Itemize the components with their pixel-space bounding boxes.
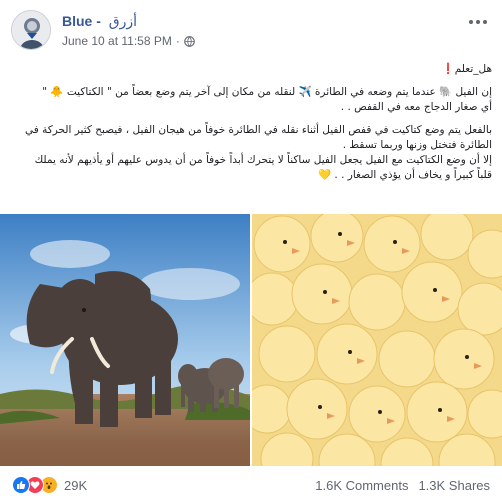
more-dot-icon: [476, 20, 480, 24]
chicks-photo[interactable]: [252, 214, 502, 466]
post-footer: 29K 1.6K Comments 1.3K Shares: [0, 466, 502, 504]
post-line: هل_تعلم❗: [441, 63, 492, 75]
author-name[interactable]: Blue - أزرق: [62, 13, 137, 30]
reactions-summary[interactable]: 29K: [12, 476, 87, 494]
post-line: الطائرة فتختل وزنها وربما تسقط .: [342, 139, 492, 151]
post-line: بالفعل يتم وضع كتاكيت في قفص الفيل أثناء…: [24, 124, 492, 136]
like-icon: [12, 476, 30, 494]
meta-separator: ·: [175, 34, 180, 48]
post-body: هل_تعلم❗ إن الفيل 🐘 عندما يتم وضعه في ال…: [10, 62, 492, 183]
avatar-illustration-icon: [12, 11, 50, 49]
post-images: [0, 214, 502, 466]
globe-icon[interactable]: [184, 35, 195, 47]
author-name-arabic[interactable]: أزرق: [109, 13, 137, 29]
shares-count[interactable]: 1.3K Shares: [418, 478, 490, 493]
post-meta: June 10 at 11:58 PM ·: [62, 34, 195, 48]
elephant-image-icon: [0, 214, 250, 466]
post-timestamp[interactable]: June 10 at 11:58 PM: [62, 34, 172, 48]
post-line: قلباً كبيراً و يخاف أن يؤذي الصغار . . 💛: [318, 169, 492, 181]
more-dot-icon: [469, 20, 473, 24]
elephant-photo[interactable]: [0, 214, 250, 466]
engagement-counts: 1.6K Comments 1.3K Shares: [315, 478, 490, 493]
comments-count[interactable]: 1.6K Comments: [315, 478, 408, 493]
more-dot-icon: [483, 20, 487, 24]
author-avatar[interactable]: [11, 10, 51, 50]
post-line: إلا أن وضع الكتاكيت مع الفيل يجعل الفيل …: [34, 154, 492, 166]
more-options-button[interactable]: [466, 14, 490, 30]
post-line: إن الفيل 🐘 عندما يتم وضعه في الطائرة ✈️ …: [42, 86, 492, 98]
author-name-latin[interactable]: Blue -: [62, 13, 101, 29]
post-header: Blue - أزرق June 10 at 11:58 PM ·: [0, 0, 502, 58]
reaction-count[interactable]: 29K: [64, 478, 87, 493]
post-line: أي صغار الدجاج معه في القفص . .: [340, 101, 492, 113]
chicks-image-icon: [252, 214, 502, 466]
